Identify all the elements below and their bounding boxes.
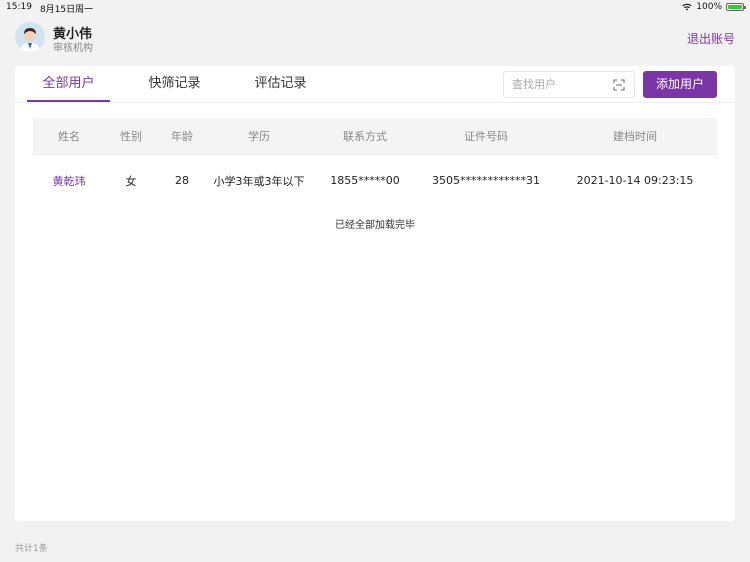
tab-quick-screen-records[interactable]: 快筛记录: [133, 66, 216, 102]
add-user-button[interactable]: 添加用户: [643, 71, 717, 98]
cell-gender: 女: [125, 174, 137, 188]
column-header-id-number: 证件号码: [464, 130, 508, 143]
main-card: 全部用户 快筛记录 评估记录 添加用户 姓名 性别 年龄 学历 联系方式 证件号…: [15, 66, 735, 521]
table-row[interactable]: 黄乾玮 女 28 小学3年或3年以下 1855*****00 3505*****…: [33, 154, 717, 206]
cell-age: 28: [175, 174, 189, 187]
tab-assessment-records[interactable]: 评估记录: [239, 66, 322, 102]
tabs-divider: [15, 102, 735, 103]
search-box: [503, 71, 635, 98]
avatar: [15, 22, 45, 52]
status-time: 15:19: [6, 2, 32, 12]
wifi-icon: [682, 3, 692, 11]
tab-bar: 全部用户 快筛记录 评估记录: [27, 66, 345, 102]
cell-created-time: 2021-10-14 09:23:15: [576, 174, 694, 187]
column-header-gender: 性别: [120, 130, 142, 143]
cell-id-number: 3505************31: [432, 174, 540, 187]
status-bar: 15:19 8月15日周一 100%: [0, 0, 750, 15]
table-header: 姓名 性别 年龄 学历 联系方式 证件号码 建档时间: [33, 118, 717, 154]
battery-icon: [726, 3, 746, 11]
doctor-avatar-icon: [15, 22, 45, 52]
app-header: 黄小伟 审核机构 退出账号: [0, 16, 750, 60]
user-organization: 审核机构: [53, 43, 93, 54]
search-input[interactable]: [504, 78, 604, 91]
all-loaded-text: 已经全部加载完毕: [335, 220, 415, 231]
cell-name[interactable]: 黄乾玮: [33, 173, 105, 189]
column-header-education: 学历: [248, 130, 270, 143]
column-header-name: 姓名: [58, 130, 80, 143]
cell-contact: 1855*****00: [330, 174, 400, 187]
logout-link[interactable]: 退出账号: [687, 30, 735, 47]
status-date: 8月15日周一: [39, 5, 94, 15]
tab-all-users[interactable]: 全部用户: [27, 66, 110, 102]
column-header-created-time: 建档时间: [613, 130, 657, 143]
total-count: 共计1条: [15, 544, 48, 554]
cell-education: 小学3年或3年以下: [213, 174, 305, 188]
users-table: 姓名 性别 年龄 学历 联系方式 证件号码 建档时间 黄乾玮 女 28 小学3年…: [33, 118, 717, 206]
column-header-age: 年龄: [171, 130, 193, 143]
battery-percent: 100%: [696, 2, 722, 12]
scan-icon[interactable]: [613, 79, 625, 91]
column-header-contact: 联系方式: [343, 130, 387, 143]
